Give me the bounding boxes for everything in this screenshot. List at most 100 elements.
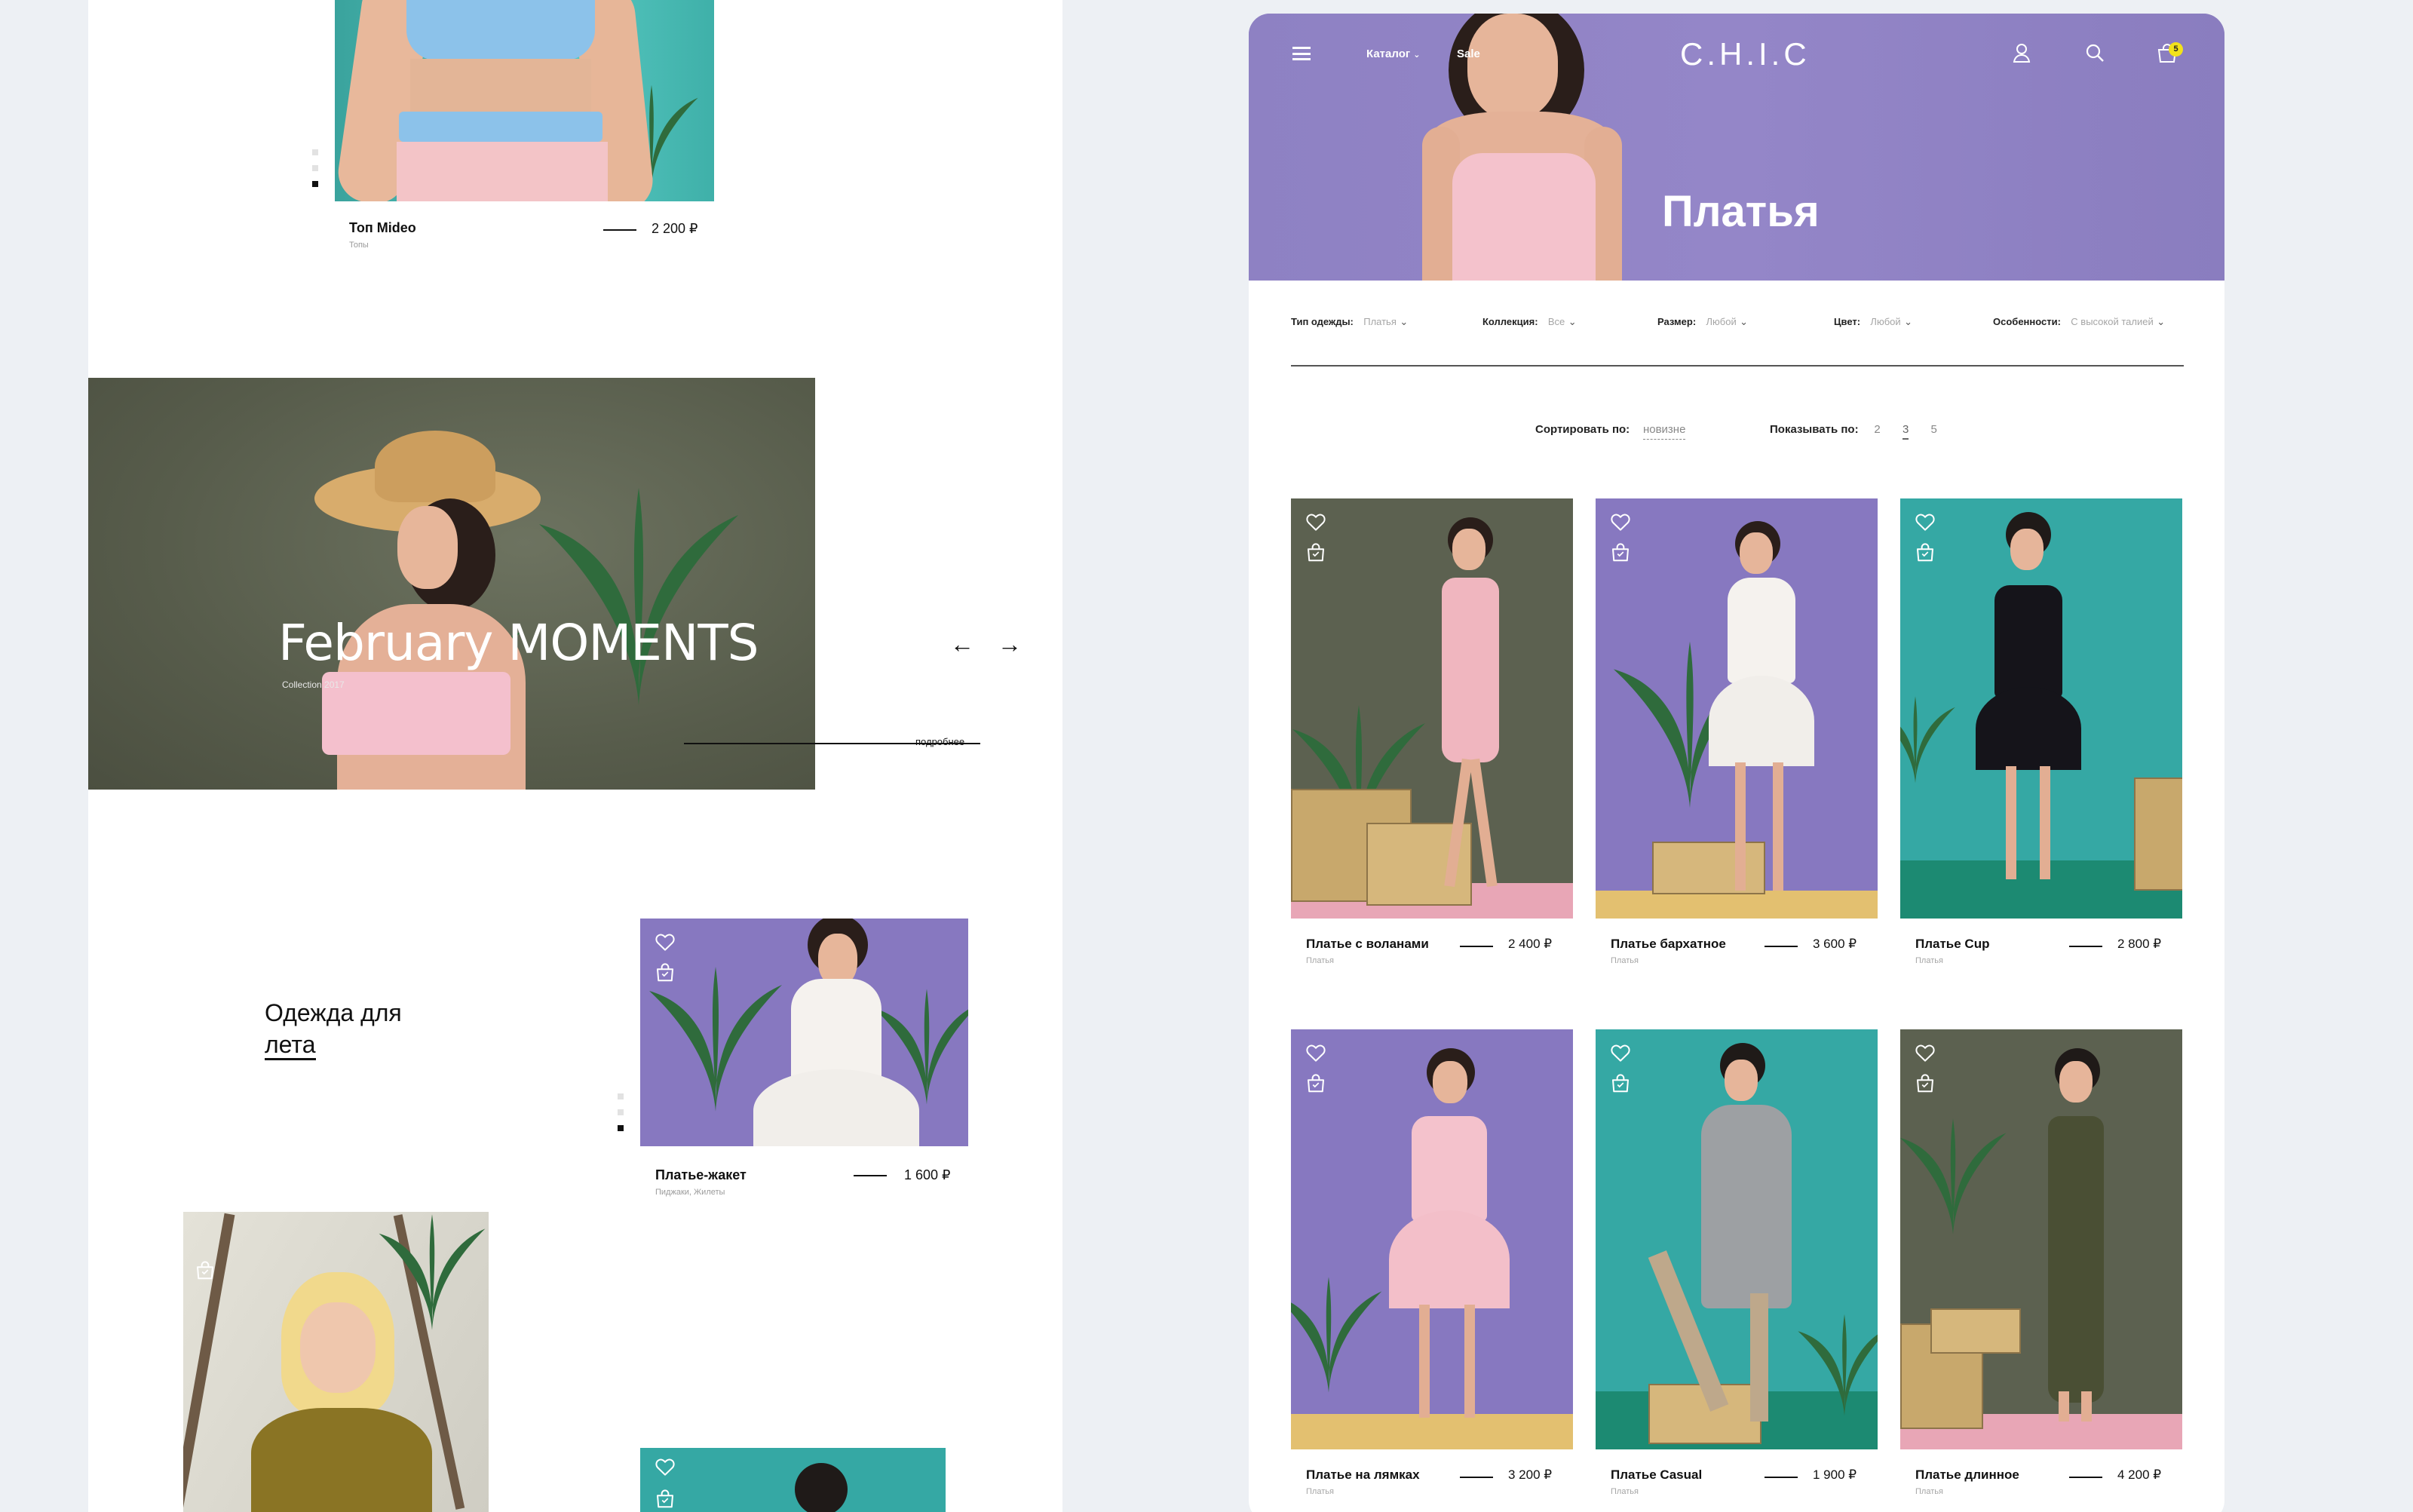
- next-arrow-icon[interactable]: →: [998, 630, 1022, 658]
- heart-icon[interactable]: [1305, 1041, 1327, 1064]
- search-icon[interactable]: [2084, 42, 2105, 63]
- product-card-image[interactable]: [1596, 498, 1878, 919]
- section-heading-line1: Одежда для: [265, 999, 402, 1026]
- collection-banner[interactable]: February MOMENTS Collection 2017: [88, 378, 815, 790]
- top-slider-dots[interactable]: [312, 149, 318, 197]
- bag-icon[interactable]: [654, 961, 676, 983]
- bag-icon[interactable]: [654, 1487, 676, 1510]
- section-heading-link[interactable]: лета: [265, 1031, 316, 1060]
- prev-arrow-icon[interactable]: ←: [950, 630, 974, 658]
- heart-icon[interactable]: [1914, 1041, 1936, 1064]
- product-card-info[interactable]: Платье длинное Платья: [1915, 1468, 2019, 1496]
- price-divider: [1765, 1477, 1798, 1478]
- sort-label: Сортировать по:: [1535, 423, 1630, 436]
- heart-icon[interactable]: [1609, 1041, 1632, 1064]
- nav-sale[interactable]: Sale: [1457, 48, 1480, 60]
- product-title: Платье бархатное: [1611, 937, 1726, 951]
- filter-divider: [1291, 365, 2184, 366]
- product-title: Платье-жакет: [655, 1167, 747, 1182]
- price-divider: [1460, 1477, 1493, 1478]
- chevron-down-icon: ⌄: [1568, 316, 1577, 327]
- bag-icon[interactable]: [1305, 1072, 1327, 1094]
- product-card-info[interactable]: Платье с воланами Платья: [1306, 937, 1429, 965]
- bag-icon[interactable]: [1609, 1072, 1632, 1094]
- page-size-option[interactable]: 5: [1930, 423, 1936, 436]
- page-size-option[interactable]: 2: [1874, 423, 1880, 436]
- sort-value[interactable]: новизне: [1642, 423, 1686, 440]
- banner-title: February MOMENTS: [278, 614, 759, 672]
- product-category: Платья: [1306, 1487, 1334, 1496]
- bag-icon[interactable]: [194, 1259, 216, 1281]
- price-divider: [1460, 946, 1493, 947]
- product-card-info[interactable]: Платье бархатное Платья: [1611, 937, 1726, 965]
- product-category: Платья: [1306, 956, 1334, 965]
- more-link[interactable]: подробнее: [915, 736, 964, 747]
- product-category: Платья: [1611, 956, 1639, 965]
- feature-product-image[interactable]: [640, 919, 968, 1146]
- product-title: Платье длинное: [1915, 1468, 2019, 1482]
- filter-value: Любой: [1870, 316, 1901, 327]
- top-product-info[interactable]: Топ Mideo Топы: [349, 220, 416, 250]
- left-page-preview: Топ Mideo Топы 2 200 ₽ February MOMENTS …: [88, 0, 1062, 1512]
- heart-icon[interactable]: [654, 1455, 676, 1478]
- product-price: 3 600 ₽: [1813, 937, 1857, 951]
- product-card-image[interactable]: [1291, 1029, 1573, 1449]
- product-card-image[interactable]: [1596, 1029, 1878, 1449]
- product-price: 1 600 ₽: [904, 1167, 951, 1182]
- chevron-down-icon: ⌄: [1740, 316, 1749, 327]
- heart-icon[interactable]: [1305, 511, 1327, 533]
- bag-icon[interactable]: [1914, 541, 1936, 563]
- menu-icon[interactable]: [1292, 47, 1311, 60]
- product-price: 1 900 ₽: [1813, 1468, 1857, 1482]
- bag-icon[interactable]: [1609, 541, 1632, 563]
- filter-value: Платья: [1363, 316, 1397, 327]
- section-heading: Одежда для лета: [265, 997, 402, 1060]
- product-price: 2 400 ₽: [1508, 937, 1553, 951]
- hero-model-face: [1467, 14, 1558, 119]
- chevron-down-icon: ⌄: [1400, 316, 1409, 327]
- product-card-image[interactable]: [1900, 1029, 2182, 1449]
- filter-type[interactable]: Тип одежды: Платья ⌄: [1291, 315, 1408, 329]
- product-category: Платья: [1915, 956, 1943, 965]
- hero-header: Каталог ⌄ Sale C.H.I.C 5 Платья: [1249, 14, 2224, 281]
- lookbook-image[interactable]: [183, 1212, 489, 1512]
- site-logo[interactable]: C.H.I.C: [1680, 36, 1807, 72]
- product-card-image[interactable]: [1291, 498, 1573, 919]
- heart-icon[interactable]: [654, 931, 676, 953]
- price-divider: [854, 1175, 887, 1176]
- product-price: 2 200 ₽: [652, 221, 698, 236]
- top-product-image[interactable]: [335, 0, 714, 201]
- chevron-down-icon: ⌄: [1413, 51, 1421, 60]
- feature-product-info[interactable]: Платье-жакет Пиджаки, Жилеты: [655, 1167, 747, 1197]
- filter-collection[interactable]: Коллекция: Все ⌄: [1482, 315, 1577, 329]
- bottom-product-image[interactable]: [640, 1448, 946, 1512]
- chevron-down-icon: ⌄: [1904, 316, 1912, 327]
- product-card-info[interactable]: Платье Cup Платья: [1915, 937, 1989, 965]
- chevron-down-icon: ⌄: [2157, 316, 2166, 327]
- filter-size[interactable]: Размер: Любой ⌄: [1657, 315, 1748, 329]
- nav-catalog[interactable]: Каталог ⌄: [1366, 48, 1421, 60]
- filter-label: Особенности:: [1993, 316, 2061, 327]
- product-category: Топы: [349, 241, 369, 250]
- product-card-image[interactable]: [1900, 498, 2182, 919]
- sort-control[interactable]: Сортировать по: новизне: [1535, 423, 1686, 440]
- bag-icon[interactable]: [1914, 1072, 1936, 1094]
- feature-slider-dots[interactable]: [618, 1093, 624, 1141]
- product-card-info[interactable]: Платье Casual Платья: [1611, 1468, 1702, 1496]
- page-size-option-selected[interactable]: 3: [1902, 423, 1909, 440]
- filter-value: С высокой талией: [2071, 316, 2154, 327]
- product-card-info[interactable]: Платье на лямках Платья: [1306, 1468, 1420, 1496]
- price-divider: [1765, 946, 1798, 947]
- heart-icon[interactable]: [1914, 511, 1936, 533]
- filter-bar: Тип одежды: Платья ⌄ Коллекция: Все ⌄ Ра…: [1291, 315, 2184, 338]
- heart-icon[interactable]: [1609, 511, 1632, 533]
- filter-label: Коллекция:: [1482, 316, 1538, 327]
- product-category: Платья: [1611, 1487, 1639, 1496]
- filter-features[interactable]: Особенности: С высокой талией ⌄: [1993, 315, 2165, 329]
- product-price: 4 200 ₽: [2117, 1468, 2162, 1482]
- filter-color[interactable]: Цвет: Любой ⌄: [1834, 315, 1912, 329]
- page-size-control: Показывать по: 2 3 5: [1770, 423, 1937, 440]
- bag-icon[interactable]: [1305, 541, 1327, 563]
- filter-label: Тип одежды:: [1291, 316, 1354, 327]
- user-icon[interactable]: [2012, 42, 2031, 63]
